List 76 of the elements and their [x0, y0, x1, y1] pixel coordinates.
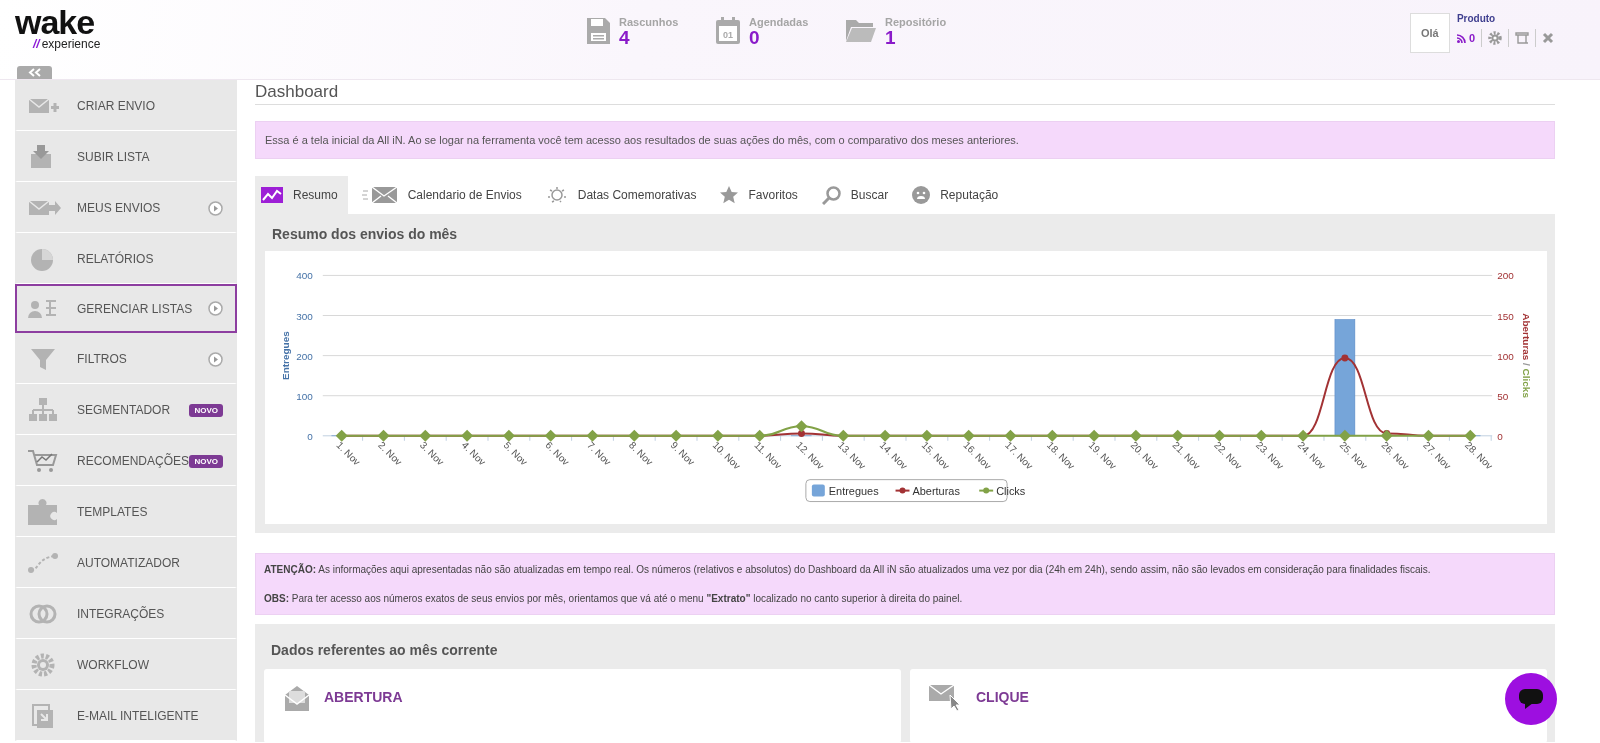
sidebar-label: TEMPLATES: [77, 505, 149, 519]
axis-tick-label: 200: [296, 350, 313, 362]
sidebar-label: SEGMENTADOR: [77, 403, 172, 417]
sidebar-label: AUTOMATIZADOR: [77, 556, 181, 570]
sidebar-label: RECOMENDAÇÕES: [77, 454, 190, 468]
axis-tick-label: 19. Nov: [1086, 439, 1119, 472]
axis-title: Aberturas / Clicks: [1521, 313, 1533, 398]
logo-wordmark: wake: [15, 6, 95, 38]
axis-tick-label: 9. Nov: [668, 439, 697, 468]
axis-title: Entregues: [279, 331, 291, 380]
sidebar-label: MEUS ENVIOS: [77, 201, 162, 215]
sidebar-label: WORKFLOW: [77, 658, 150, 672]
page-title: Dashboard: [255, 80, 1555, 105]
axis-tick-label: 27. Nov: [1421, 439, 1454, 472]
axis-tick-label: 50: [1497, 390, 1509, 402]
axis-tick-label: 23. Nov: [1253, 439, 1286, 472]
sidebar-label: FILTROS: [77, 352, 128, 366]
axis-tick-label: 26. Nov: [1379, 439, 1412, 472]
card-title: ABERTURA: [324, 689, 403, 705]
axis-tick-label: 100: [1497, 350, 1514, 362]
axis-tick-label: 24. Nov: [1295, 439, 1328, 472]
axis-tick-label: 400: [296, 270, 313, 282]
axis-tick-label: 16. Nov: [961, 439, 994, 472]
panel-title: Dados referentes ao mês corrente: [271, 642, 499, 658]
axis-tick-label: 150: [1497, 310, 1514, 322]
counter-label: Agendadas: [749, 16, 809, 28]
axis-tick-label: 0: [307, 430, 313, 442]
axis-tick-label: 4. Nov: [459, 439, 488, 468]
axis-tick-label: 21. Nov: [1170, 439, 1203, 472]
axis-tick-label: 8. Nov: [626, 439, 656, 468]
axis-tick-label: 17. Nov: [1003, 439, 1036, 472]
sidebar-label: SUBIR LISTA: [77, 150, 151, 164]
axis-tick-label: 12. Nov: [794, 439, 827, 472]
sidebar-label: GERENCIAR LISTAS: [77, 301, 194, 316]
legend-label: Entregues: [828, 484, 880, 497]
axis-tick-label: 13. Nov: [835, 439, 868, 472]
logo-tagline: // experience: [33, 38, 102, 51]
legend-label: Clicks: [996, 484, 1026, 497]
axis-tick-label: 100: [296, 390, 313, 402]
counter-value: 0: [749, 28, 760, 48]
axis-tick-label: 25. Nov: [1337, 439, 1370, 472]
axis-tick-label: 7. Nov: [585, 439, 614, 468]
greeting-box: Olá: [1409, 13, 1450, 53]
axis-tick-label: 18. Nov: [1044, 439, 1077, 472]
card-title: CLIQUE: [976, 689, 1029, 705]
axis-tick-label: 2. Nov: [376, 439, 405, 468]
new-badge: NOVO: [189, 403, 223, 417]
axis-tick-label: 11. Nov: [752, 439, 784, 471]
axis-tick-label: 20. Nov: [1128, 439, 1161, 472]
sidebar-label: INTEGRAÇÕES: [77, 607, 166, 621]
axis-tick-label: 300: [296, 310, 313, 322]
counter-label: Rascunhos: [619, 16, 679, 28]
panel-title: Resumo dos envios do mês: [272, 226, 459, 242]
legend-label: Aberturas: [912, 484, 961, 497]
axis-tick-label: 0: [1497, 430, 1503, 442]
axis-tick-label: 200: [1497, 270, 1514, 282]
axis-tick-label: 22. Nov: [1212, 439, 1245, 472]
axis-tick-label: 3. Nov: [417, 439, 447, 468]
axis-tick-label: 6. Nov: [543, 439, 572, 468]
new-badge: NOVO: [189, 454, 223, 468]
intro-text: Essa é a tela inicial da All iN. Ao se logar na ferramenta você tem acesso aos resultados de suas ações do mês, com o comparativo dos meses anteriores.: [255, 121, 1555, 159]
axis-tick-label: 15. Nov: [919, 439, 952, 472]
notice-text: OBS: Para ter acesso aos números exatos de seus envios por mês, orientamos que vá até o menu "Extrato" localizado no canto superior à direita do painel.: [264, 593, 964, 604]
sidebar-label: E-MAIL INTELIGENTE: [77, 709, 200, 723]
sidebar-label: CRIAR ENVIO: [77, 99, 156, 113]
axis-tick-label: 1. Nov: [334, 439, 363, 468]
counter-value: 4: [619, 28, 631, 48]
counter-value: 1: [885, 28, 896, 48]
notice-text: ATENÇÃO: As informações aqui apresentadas não são atualizadas em tempo real. Os números (relativos e absolutos) do Dashboard da All iN são atualizados uma vez por dia (24h em 24h), sendo assim, não são levados em consideração para finalidades fiscais.: [264, 564, 1432, 575]
axis-tick-label: 10. Nov: [710, 439, 743, 472]
product-label: Produto: [1456, 13, 1497, 24]
axis-tick-label: 28. Nov: [1462, 439, 1495, 472]
sidebar-label: RELATÓRIOS: [77, 252, 155, 266]
axis-tick-label: 5. Nov: [501, 439, 530, 468]
counter-label: Repositório: [885, 16, 947, 28]
axis-tick-label: 14. Nov: [877, 439, 910, 472]
